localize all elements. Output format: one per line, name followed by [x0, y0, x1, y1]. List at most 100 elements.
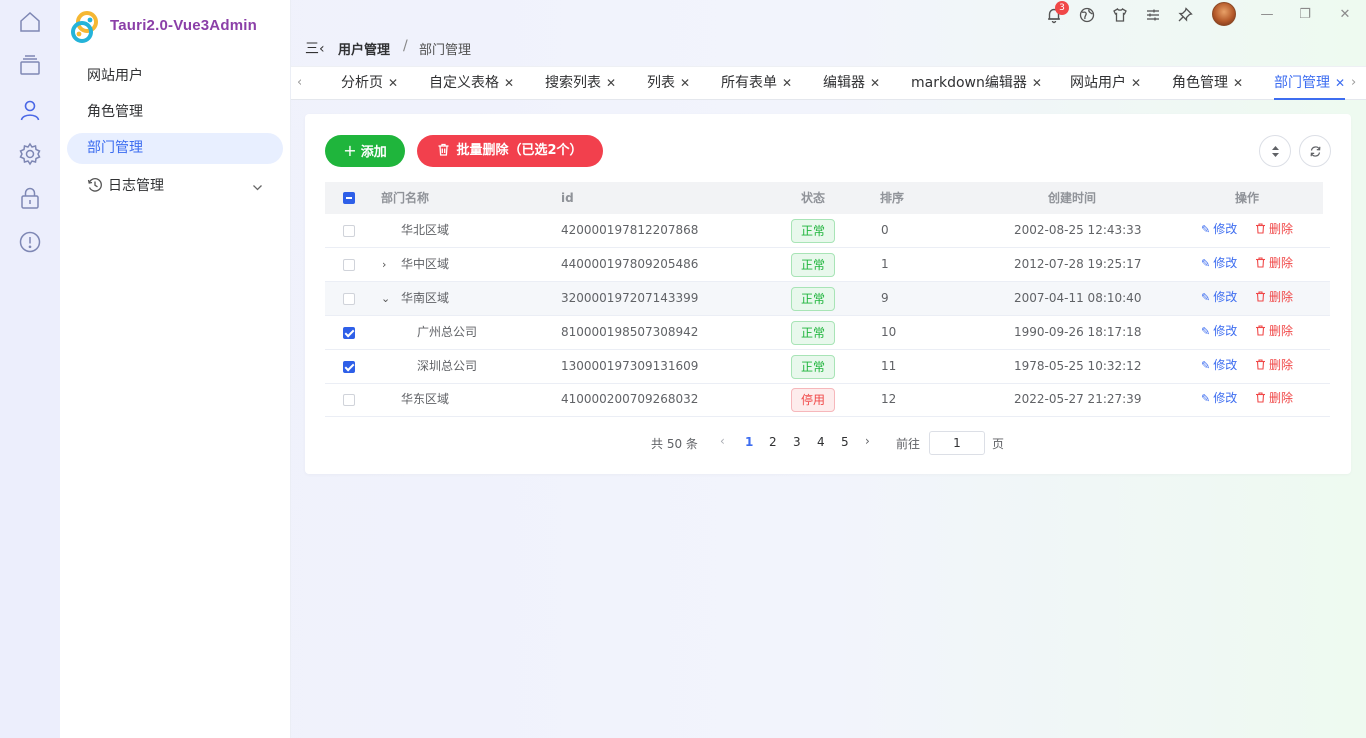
pagination-total: 共 50 条: [651, 437, 698, 451]
edit-icon: ✎: [1201, 392, 1211, 405]
table-row[interactable]: 华东区域 410000200709268032 停用 12 2022-05-27…: [325, 383, 1330, 417]
tabs-scroll-right-icon[interactable]: ›: [1351, 75, 1356, 90]
row-checkbox[interactable]: [343, 361, 355, 373]
restore-icon[interactable]: ❐: [1295, 5, 1315, 25]
tab-label: 部门管理: [1274, 75, 1330, 91]
select-all-checkbox[interactable]: [343, 192, 355, 204]
edit-button[interactable]: ✎ 修改: [1201, 316, 1237, 347]
edit-label: 修改: [1213, 324, 1238, 338]
shirt-icon[interactable]: [1111, 6, 1129, 24]
row-checkbox[interactable]: [343, 394, 355, 406]
sliders-icon[interactable]: [1144, 6, 1162, 24]
page-number[interactable]: 3: [793, 435, 801, 449]
edit-button[interactable]: ✎ 修改: [1201, 383, 1237, 414]
row-checkbox[interactable]: [343, 225, 355, 237]
alert-circle-icon[interactable]: [18, 230, 42, 254]
breadcrumb-item[interactable]: 用户管理: [338, 39, 390, 58]
close-icon[interactable]: ✕: [1032, 76, 1042, 90]
table-row[interactable]: 广州总公司 810000198507308942 正常 10 1990-09-2…: [325, 316, 1330, 350]
department-name: 华北区域: [401, 223, 450, 237]
row-checkbox[interactable]: [343, 259, 355, 271]
page-number[interactable]: 1: [745, 435, 753, 449]
avatar[interactable]: [1212, 2, 1236, 26]
sidebar-item-log-management[interactable]: 日志管理: [67, 171, 283, 202]
add-button[interactable]: + 添加: [325, 135, 405, 167]
prev-page-icon[interactable]: ‹: [720, 434, 725, 448]
edit-button[interactable]: ✎ 修改: [1201, 282, 1237, 313]
expand-row-icon[interactable]: ›: [382, 248, 386, 281]
user-icon[interactable]: [18, 98, 42, 122]
chevron-down-icon[interactable]: [252, 182, 263, 193]
tab-label: 编辑器: [823, 75, 865, 91]
globe-icon[interactable]: [1078, 6, 1096, 24]
close-icon[interactable]: ✕: [680, 76, 690, 90]
tab-search-list[interactable]: 搜索列表 ✕: [545, 67, 616, 100]
table-row[interactable]: › 华中区域 440000197809205486 正常 1 2012-07-2…: [325, 248, 1330, 282]
column-header: 操作: [1235, 191, 1260, 205]
pin-icon[interactable]: [1176, 6, 1194, 24]
sidebar: Tauri2.0-Vue3Admin 网站用户 角色管理 部门管理 日志管理: [60, 0, 291, 738]
table-row[interactable]: ⌄ 华南区域 320000197207143399 正常 9 2007-04-1…: [325, 282, 1330, 316]
home-icon[interactable]: [18, 10, 42, 34]
delete-button[interactable]: 删除: [1255, 383, 1293, 413]
icon-rail: [0, 0, 60, 738]
close-icon[interactable]: ✕: [782, 76, 792, 90]
status-badge: 正常: [791, 321, 835, 345]
close-icon[interactable]: ✕: [504, 76, 514, 90]
column-header: 部门名称: [381, 191, 430, 205]
layers-icon[interactable]: [18, 53, 42, 77]
tab-markdown-editor[interactable]: markdown编辑器 ✕: [911, 67, 1042, 100]
close-icon[interactable]: ✕: [388, 76, 398, 90]
tab-analysis[interactable]: 分析页 ✕: [341, 67, 398, 100]
edit-icon: ✎: [1201, 325, 1211, 338]
next-page-icon[interactable]: ›: [865, 434, 870, 448]
delete-button[interactable]: 删除: [1255, 214, 1293, 244]
tabs-scroll-left-icon[interactable]: ‹: [297, 75, 302, 90]
tab-label: 分析页: [341, 75, 383, 91]
close-icon[interactable]: ✕: [1335, 76, 1345, 90]
collapse-row-icon[interactable]: ⌄: [381, 282, 390, 315]
sidebar-item-role-management[interactable]: 角色管理: [67, 97, 283, 128]
delete-button[interactable]: 删除: [1255, 248, 1293, 278]
edit-button[interactable]: ✎ 修改: [1201, 214, 1237, 245]
sidebar-item-department-management[interactable]: 部门管理: [67, 133, 283, 164]
delete-button[interactable]: 删除: [1255, 282, 1293, 312]
batch-delete-button[interactable]: 批量删除（已选2个）: [417, 135, 603, 167]
top-bar: [291, 0, 1366, 30]
close-icon[interactable]: ✕: [606, 76, 616, 90]
minimize-icon[interactable]: —: [1257, 5, 1277, 25]
collapse-menu-icon[interactable]: 三‹: [305, 38, 325, 57]
lock-icon[interactable]: [18, 186, 42, 210]
close-icon[interactable]: ✕: [1335, 5, 1355, 25]
row-checkbox[interactable]: [343, 293, 355, 305]
page-number[interactable]: 4: [817, 435, 825, 449]
row-checkbox[interactable]: [343, 327, 355, 339]
tab-department-management[interactable]: 部门管理 ✕: [1274, 67, 1346, 100]
edit-button[interactable]: ✎ 修改: [1201, 350, 1237, 381]
tab-list[interactable]: 列表 ✕: [647, 67, 690, 100]
status-badge: 正常: [791, 219, 835, 243]
goto-page-input[interactable]: [929, 431, 985, 455]
delete-button[interactable]: 删除: [1255, 350, 1293, 380]
sidebar-item-website-users[interactable]: 网站用户: [67, 61, 283, 92]
tab-role-management[interactable]: 角色管理 ✕: [1172, 67, 1243, 100]
close-icon[interactable]: ✕: [1131, 76, 1141, 90]
refresh-button[interactable]: [1299, 135, 1331, 167]
tabs-bar: ‹ 分析页 ✕ 自定义表格 ✕ 搜索列表 ✕ 列表 ✕ 所有表单 ✕ 编辑器 ✕ markd…: [291, 66, 1366, 100]
tab-all-forms[interactable]: 所有表单 ✕: [721, 67, 792, 100]
settings-icon[interactable]: [18, 142, 42, 166]
tab-editor[interactable]: 编辑器 ✕: [823, 67, 880, 100]
page-number[interactable]: 5: [841, 435, 849, 449]
page-number[interactable]: 2: [769, 435, 777, 449]
tab-custom-table[interactable]: 自定义表格 ✕: [429, 67, 514, 100]
close-icon[interactable]: ✕: [1233, 76, 1243, 90]
edit-button[interactable]: ✎ 修改: [1201, 248, 1237, 279]
sort-value: 12: [881, 392, 897, 406]
delete-button[interactable]: 删除: [1255, 316, 1293, 346]
goto-suffix: 页: [992, 437, 1005, 451]
table-row[interactable]: 深圳总公司 130000197309131609 正常 11 1978-05-2…: [325, 350, 1330, 384]
tab-website-users[interactable]: 网站用户 ✕: [1070, 67, 1141, 100]
expand-collapse-button[interactable]: [1259, 135, 1291, 167]
table-row[interactable]: 华北区域 420000197812207868 正常 0 2002-08-25 …: [325, 214, 1330, 248]
close-icon[interactable]: ✕: [870, 76, 880, 90]
